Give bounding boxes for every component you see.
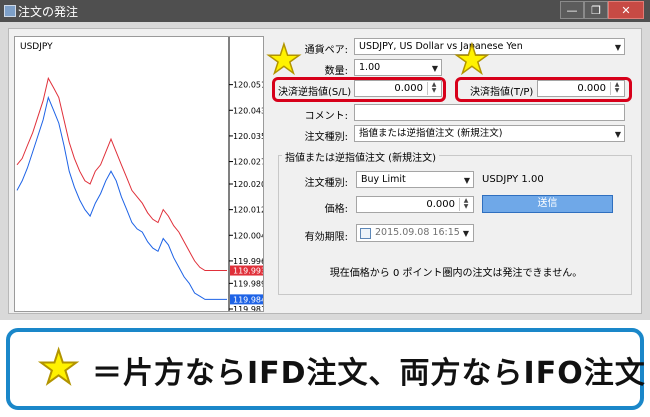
order-type-value: 指値または逆指値注文 (新規注文) bbox=[359, 128, 503, 139]
expiry-checkbox[interactable] bbox=[360, 228, 371, 239]
star-icon: ★ bbox=[37, 340, 80, 394]
tp-value: 0.000 bbox=[577, 83, 606, 94]
price-input[interactable]: 0.000 ▲ ▼ bbox=[356, 196, 474, 213]
price-spinner[interactable]: ▲ ▼ bbox=[459, 198, 472, 211]
price-tick-label: 119.989 bbox=[233, 279, 264, 288]
sl-spinner[interactable]: ▲ ▼ bbox=[427, 82, 440, 95]
price-tick-label: 119.981 bbox=[233, 305, 264, 312]
sl-input[interactable]: 0.000 ▲ ▼ bbox=[354, 80, 442, 97]
price-tick-label: 120.051 bbox=[233, 81, 264, 90]
chevron-down-icon: ▼ bbox=[614, 130, 621, 139]
price-tick-label: 120.012 bbox=[233, 206, 264, 215]
send-button[interactable]: 送信 bbox=[482, 195, 613, 213]
symbol-select-value: USDJPY, US Dollar vs Japanese Yen bbox=[359, 41, 523, 52]
star-icon: ★ bbox=[453, 37, 490, 83]
maximize-button[interactable]: ❐ bbox=[584, 1, 608, 19]
volume-select-value: 1.00 bbox=[359, 62, 381, 73]
callout-text: ＝片方ならIFD注文、両方ならIFO注文 bbox=[92, 356, 646, 391]
pending-type-label: 注文種別: bbox=[304, 178, 348, 189]
callout-box: ★ ＝片方ならIFD注文、両方ならIFO注文 bbox=[6, 328, 646, 410]
sl-value: 0.000 bbox=[394, 83, 423, 94]
price-label: 価格: bbox=[324, 204, 348, 215]
window-title: 注文の発注 bbox=[18, 5, 79, 19]
chevron-down-icon: ▼ bbox=[462, 229, 469, 238]
minimize-button[interactable]: — bbox=[560, 1, 584, 19]
app-icon bbox=[4, 5, 16, 17]
spin-down-icon: ▼ bbox=[614, 87, 620, 94]
price-value: 0.000 bbox=[426, 199, 455, 210]
price-tick-label: 120.035 bbox=[233, 132, 264, 141]
chevron-down-icon: ▼ bbox=[463, 176, 470, 185]
min-distance-note: 現在価格から 0 ポイント圏内の注文は発注できません。 bbox=[329, 268, 583, 279]
comment-label: コメント: bbox=[304, 111, 348, 122]
tp-spinner[interactable]: ▲ ▼ bbox=[610, 82, 623, 95]
spin-down-icon: ▼ bbox=[463, 203, 469, 210]
price-tick-label: 120.027 bbox=[233, 158, 264, 167]
chevron-down-icon: ▼ bbox=[431, 64, 438, 73]
pending-type-select[interactable]: Buy Limit ▼ bbox=[356, 171, 474, 188]
close-button[interactable]: ✕ bbox=[608, 1, 644, 19]
tp-label: 決済指値(T/P) bbox=[470, 87, 534, 98]
price-tag-label-ask: 119.984 bbox=[233, 295, 264, 304]
tp-input[interactable]: 0.000 ▲ ▼ bbox=[537, 80, 625, 97]
comment-input[interactable] bbox=[354, 104, 625, 121]
price-tick-label: 120.043 bbox=[233, 106, 264, 115]
order-window: 注文の発注 — ❐ ✕ USDJPY 120.051 120.043 120.035… bbox=[0, 0, 650, 320]
star-icon: ★ bbox=[265, 37, 302, 83]
price-tick-label: 120.020 bbox=[233, 180, 264, 189]
order-type-select[interactable]: 指値または逆指値注文 (新規注文) ▼ bbox=[354, 125, 625, 142]
chevron-down-icon: ▼ bbox=[614, 43, 621, 52]
sl-label: 決済逆指値(S/L) bbox=[278, 87, 352, 98]
expiry-picker[interactable]: 2015.09.08 16:15 ▼ bbox=[356, 224, 474, 242]
pending-section-title: 指値または逆指値注文 (新規注文) bbox=[282, 149, 439, 164]
price-tick-label: 120.004 bbox=[233, 231, 264, 240]
title-bar: 注文の発注 — ❐ ✕ bbox=[0, 0, 650, 22]
expiry-value: 2015.09.08 16:15 bbox=[375, 227, 460, 238]
order-type-label: 注文種別: bbox=[304, 132, 348, 143]
spin-down-icon: ▼ bbox=[431, 87, 437, 94]
series-line-bid bbox=[16, 76, 227, 271]
quote-text: USDJPY 1.00 bbox=[482, 174, 544, 185]
expiry-label: 有効期限: bbox=[304, 232, 348, 243]
pending-type-value: Buy Limit bbox=[361, 174, 406, 185]
volume-select[interactable]: 1.00 ▼ bbox=[354, 59, 442, 76]
